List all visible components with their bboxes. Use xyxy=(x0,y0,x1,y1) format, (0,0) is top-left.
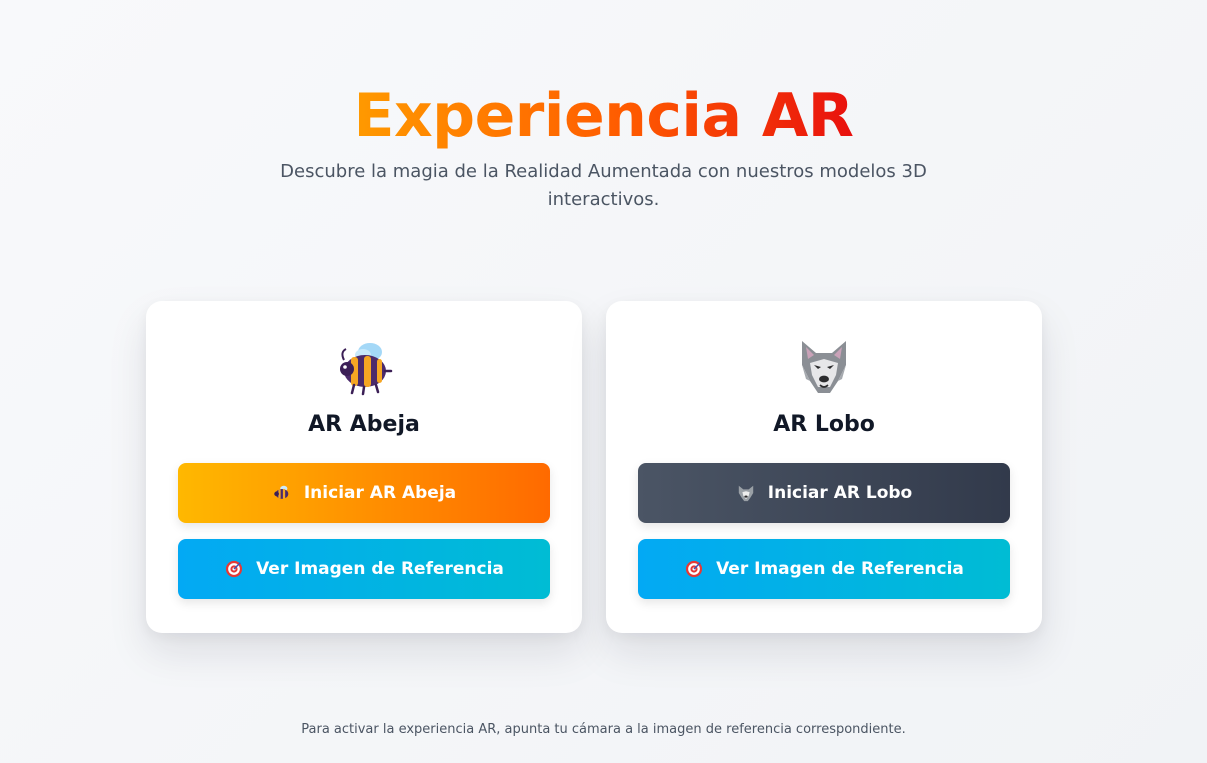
view-reference-lobo-button[interactable]: Ver Imagen de Referencia xyxy=(638,539,1010,599)
start-ar-lobo-button[interactable]: Iniciar AR Lobo xyxy=(638,463,1010,523)
card-title-abeja: AR Abeja xyxy=(308,412,420,437)
page-subtitle: Descubre la magia de la Realidad Aumenta… xyxy=(280,161,927,210)
page: Experiencia AR Descubre la magia de la R… xyxy=(0,0,1207,763)
view-reference-lobo-label: Ver Imagen de Referencia xyxy=(716,559,964,579)
footer-note: Para activar la experiencia AR, apunta t… xyxy=(301,722,906,737)
wolf-icon xyxy=(638,335,1010,399)
card-title-lobo: AR Lobo xyxy=(773,412,875,437)
wolf-icon xyxy=(736,483,756,503)
start-ar-abeja-label: Iniciar AR Abeja xyxy=(303,483,457,503)
bee-icon xyxy=(178,335,550,399)
target-icon xyxy=(684,559,704,579)
view-reference-abeja-label: Ver Imagen de Referencia xyxy=(256,559,504,579)
start-ar-lobo-label: Iniciar AR Lobo xyxy=(767,483,913,503)
card-lobo: AR Lobo Iniciar AR Lobo Ver Imagen de Re… xyxy=(606,301,1042,633)
target-icon xyxy=(224,559,244,579)
bee-icon xyxy=(272,483,292,503)
start-ar-abeja-button[interactable]: Iniciar AR Abeja xyxy=(178,463,550,523)
hero: Experiencia AR Descubre la magia de la R… xyxy=(0,80,1207,214)
card-abeja: AR Abeja Iniciar AR Abeja Ver Imagen de … xyxy=(146,301,582,633)
view-reference-abeja-button[interactable]: Ver Imagen de Referencia xyxy=(178,539,550,599)
cards-container: AR Abeja Iniciar AR Abeja Ver Imagen de … xyxy=(146,301,1042,633)
page-title: Experiencia AR xyxy=(353,81,854,151)
